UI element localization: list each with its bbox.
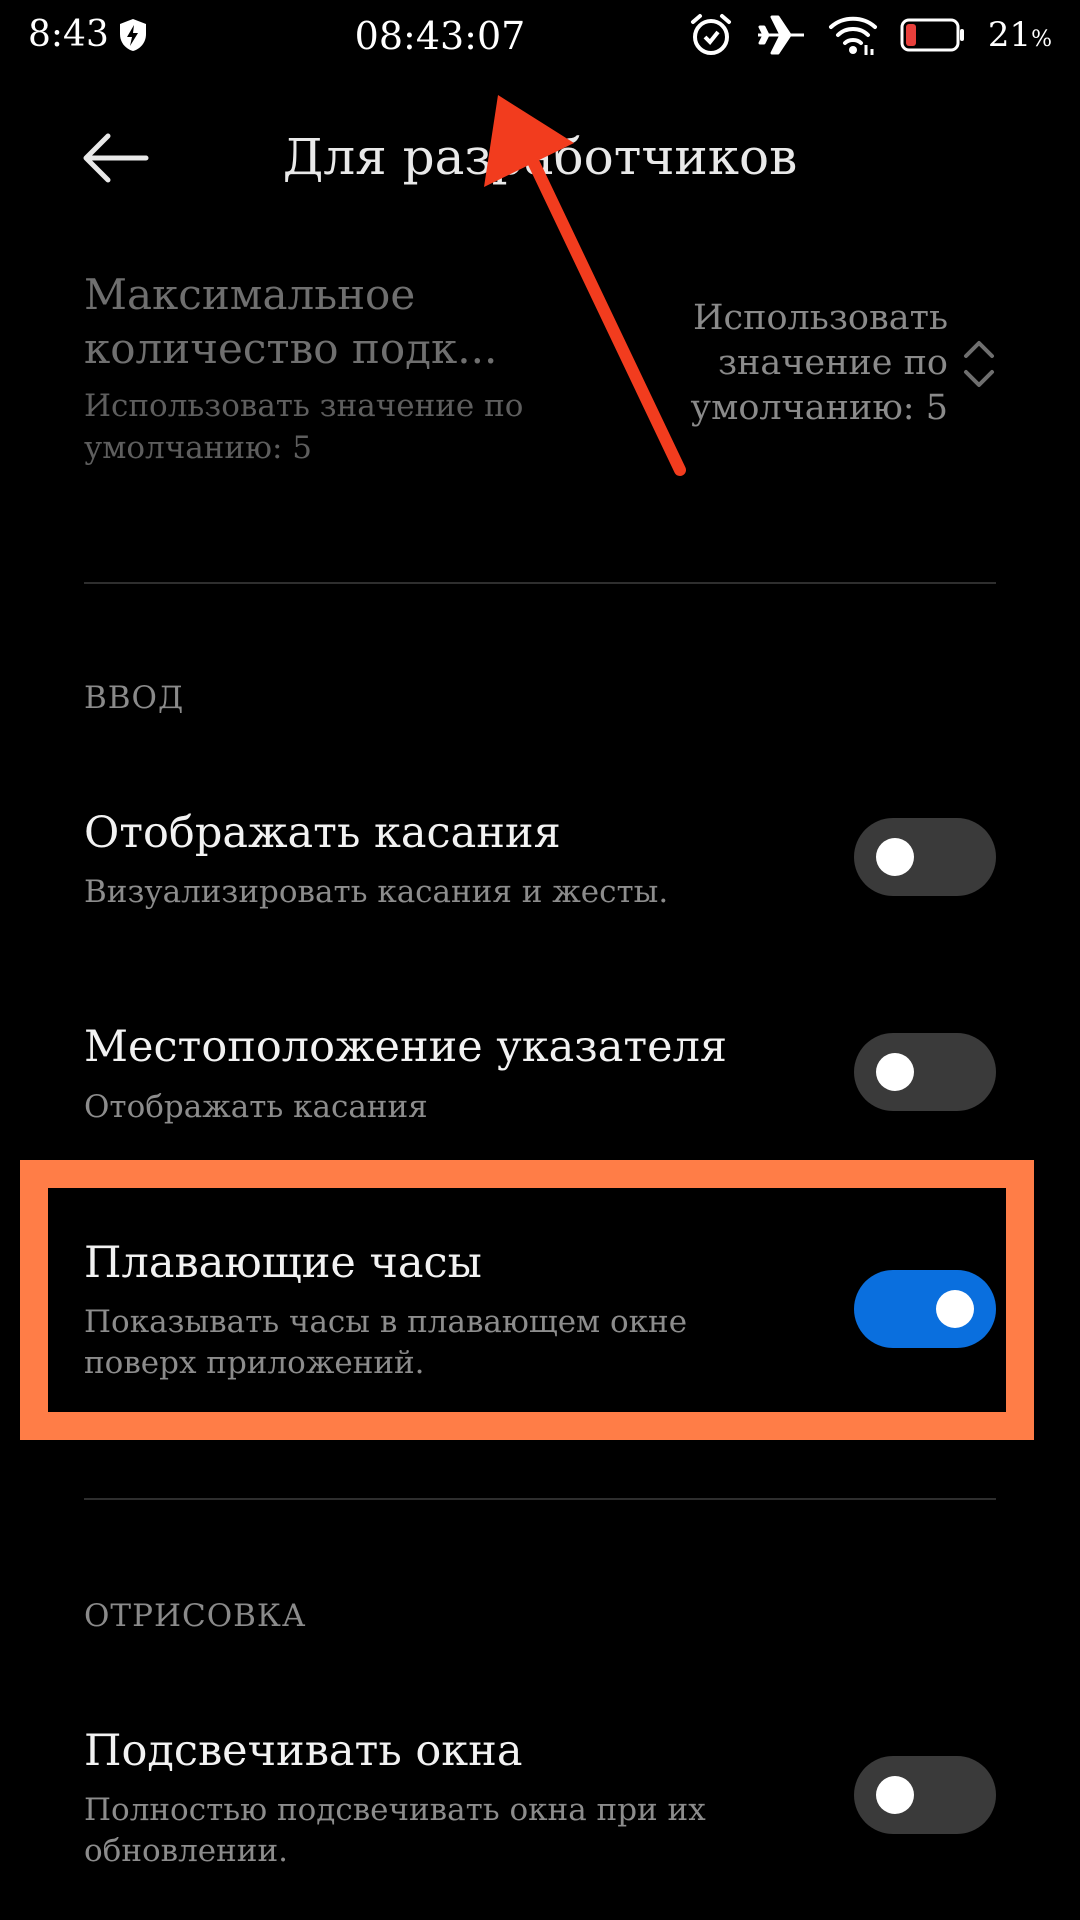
max-connections-title: Максимальное количество подк... xyxy=(84,270,498,373)
pointer-location-toggle[interactable] xyxy=(854,1033,996,1111)
setting-title: Подсвечивать окна xyxy=(84,1726,523,1776)
chevron-up-down-icon xyxy=(964,341,994,387)
show-surface-updates-toggle[interactable] xyxy=(854,1756,996,1834)
setting-subtitle: Показывать часы в плавающем окне поверх … xyxy=(84,1304,688,1381)
divider xyxy=(84,1498,996,1500)
setting-title: Отображать касания xyxy=(84,808,561,858)
setting-title: Плавающие часы xyxy=(84,1238,482,1288)
status-bar-right: 21% xyxy=(688,12,1052,58)
battery-percent: 21% xyxy=(987,15,1052,55)
setting-subtitle: Полностью подсвечивать окна при их обнов… xyxy=(84,1792,706,1869)
page-title: Для разработчиков xyxy=(282,128,798,186)
setting-subtitle: Отображать касания xyxy=(84,1089,428,1125)
divider xyxy=(84,582,996,584)
toggle-knob xyxy=(936,1290,974,1328)
floating-clock-toggle[interactable] xyxy=(854,1270,996,1348)
setting-subtitle: Визуализировать касания и жесты. xyxy=(84,874,669,910)
wifi-icon xyxy=(828,16,877,55)
toggle-knob xyxy=(876,1053,914,1091)
alarm-icon xyxy=(690,14,731,55)
toggle-knob xyxy=(876,1776,914,1814)
max-connections-value: Использовать значение по умолчанию: 5 xyxy=(690,298,948,428)
max-connections-subtitle: Использовать значение по умолчанию: 5 xyxy=(84,388,524,466)
section-header-drawing: ОТРИСОВКА xyxy=(84,1598,307,1634)
airplane-icon xyxy=(757,15,804,55)
section-header-input: ВВОД xyxy=(84,680,185,716)
show-taps-toggle[interactable] xyxy=(854,818,996,896)
toggle-knob xyxy=(876,838,914,876)
setting-title: Местоположение указателя xyxy=(84,1022,728,1072)
battery-icon xyxy=(900,18,964,52)
